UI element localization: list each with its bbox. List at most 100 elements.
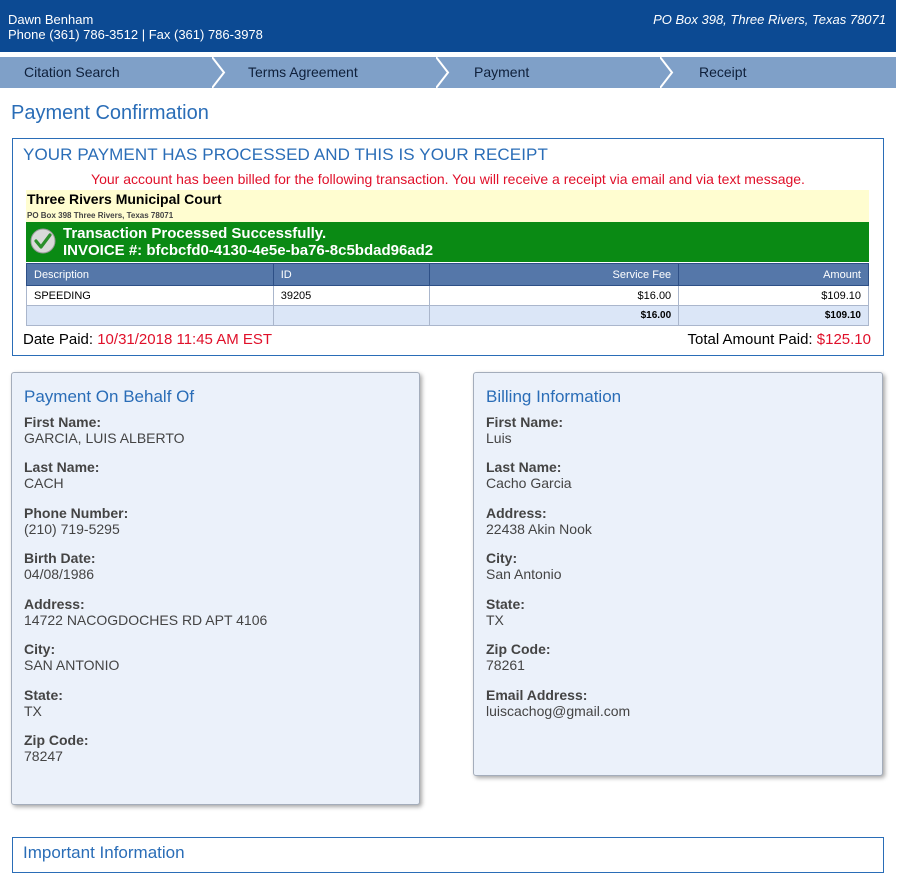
step-receipt[interactable]: Receipt <box>672 57 896 88</box>
field-zip-code: Zip Code: 78261 <box>486 641 551 673</box>
field-label: Address: <box>24 596 85 612</box>
field-label: City: <box>486 550 518 566</box>
col-header-service-fee: Service Fee <box>428 263 680 286</box>
billed-message: Your account has been billed for the fol… <box>91 171 805 187</box>
field-label: State: <box>24 687 63 703</box>
header-contact: Phone (361) 786-3512 | Fax (361) 786-397… <box>8 27 263 42</box>
field-value: 22438 Akin Nook <box>486 521 592 537</box>
court-name: Three Rivers Municipal Court <box>27 191 222 207</box>
field-state: State: TX <box>486 596 525 628</box>
cell-service-fee: $16.00 <box>428 285 680 306</box>
cell-total-amount: $109.10 <box>678 305 869 326</box>
cell-total-service-fee: $16.00 <box>428 305 680 326</box>
table-row: SPEEDING 39205 $16.00 $109.10 <box>26 285 869 306</box>
date-paid-value: 10/31/2018 11:45 AM EST <box>97 331 273 348</box>
step-payment[interactable]: Payment <box>448 57 674 88</box>
field-value: 78247 <box>24 748 63 764</box>
field-zip-code: Zip Code: 78247 <box>24 732 89 764</box>
receipt-box: YOUR PAYMENT HAS PROCESSED AND THIS IS Y… <box>12 138 884 356</box>
field-value: GARCIA, LUIS ALBERTO <box>24 430 185 446</box>
transaction-table: Description ID Service Fee Amount SPEEDI… <box>26 263 869 326</box>
field-value: 04/08/1986 <box>24 566 95 582</box>
field-value: (210) 719-5295 <box>24 521 120 537</box>
field-value: TX <box>24 703 42 719</box>
field-birth-date: Birth Date: 04/08/1986 <box>24 550 96 582</box>
step-label: Payment <box>474 64 530 80</box>
field-phone-number: Phone Number: (210) 719-5295 <box>24 505 128 537</box>
success-banner: Transaction Processed Successfully. INVO… <box>26 222 869 262</box>
billing-panel: Billing Information First Name: Luis Las… <box>473 372 883 776</box>
field-label: First Name: <box>486 414 564 430</box>
step-label: Terms Agreement <box>248 64 358 80</box>
page-title: Payment Confirmation <box>11 102 209 124</box>
total-paid-label: Total Amount Paid: <box>687 331 813 348</box>
on-behalf-panel: Payment On Behalf Of First Name: GARCIA,… <box>11 372 420 805</box>
cell-id: 39205 <box>272 285 430 306</box>
header-bar: Dawn Benham Phone (361) 786-3512 | Fax (… <box>0 0 896 52</box>
table-totals-row: $16.00 $109.10 <box>26 305 869 326</box>
col-header-description: Description <box>26 263 274 286</box>
field-label: City: <box>24 641 56 657</box>
header-name: Dawn Benham <box>8 12 94 27</box>
field-value: SAN ANTONIO <box>24 657 120 673</box>
chevron-right-icon <box>660 57 674 88</box>
chevron-right-icon <box>436 57 450 88</box>
step-label: Citation Search <box>24 64 120 80</box>
field-address: Address: 14722 NACOGDOCHES RD APT 4106 <box>24 596 267 628</box>
field-value: luiscachog@gmail.com <box>486 703 631 719</box>
court-info: Three Rivers Municipal Court PO Box 398 … <box>26 190 869 222</box>
panel-title: Billing Information <box>486 387 622 406</box>
field-value: Cacho Garcia <box>486 475 572 491</box>
field-value: CACH <box>24 475 64 491</box>
date-paid: Date Paid: 10/31/2018 11:45 AM EST <box>23 331 272 348</box>
field-label: Zip Code: <box>486 641 551 657</box>
field-city: City: SAN ANTONIO <box>24 641 119 673</box>
table-header-row: Description ID Service Fee Amount <box>26 263 869 286</box>
field-label: Last Name: <box>486 459 562 475</box>
date-paid-label: Date Paid: <box>23 331 94 348</box>
receipt-heading: YOUR PAYMENT HAS PROCESSED AND THIS IS Y… <box>23 145 548 164</box>
field-label: Address: <box>486 505 547 521</box>
step-label: Receipt <box>699 64 747 80</box>
cell-total-empty <box>272 305 430 326</box>
field-last-name: Last Name: Cacho Garcia <box>486 459 572 491</box>
field-label: Phone Number: <box>24 505 129 521</box>
field-value: TX <box>486 612 504 628</box>
field-address: Address: 22438 Akin Nook <box>486 505 592 537</box>
panel-title: Payment On Behalf Of <box>24 387 195 406</box>
field-state: State: TX <box>24 687 63 719</box>
field-label: Zip Code: <box>24 732 89 748</box>
field-label: Email Address: <box>486 687 588 703</box>
field-value: 14722 NACOGDOCHES RD APT 4106 <box>24 612 268 628</box>
field-value: San Antonio <box>486 566 562 582</box>
field-email-address: Email Address: luiscachog@gmail.com <box>486 687 630 719</box>
total-paid-value: $125.10 <box>816 331 871 348</box>
total-paid: Total Amount Paid: $125.10 <box>688 331 871 348</box>
field-label: Birth Date: <box>24 550 96 566</box>
col-header-id: ID <box>272 263 430 286</box>
field-label: First Name: <box>24 414 102 430</box>
checkmark-icon <box>30 228 56 254</box>
field-first-name: First Name: Luis <box>486 414 563 446</box>
field-first-name: First Name: GARCIA, LUIS ALBERTO <box>24 414 185 446</box>
header-address: PO Box 398, Three Rivers, Texas 78071 <box>653 12 886 27</box>
field-label: State: <box>486 596 525 612</box>
progress-steps: Citation Search Terms Agreement Payment … <box>0 57 896 88</box>
court-address: PO Box 398 Three Rivers, Texas 78071 <box>27 211 174 220</box>
field-last-name: Last Name: CACH <box>24 459 99 491</box>
cell-description: SPEEDING <box>26 285 274 306</box>
field-label: Last Name: <box>24 459 100 475</box>
field-value: 78261 <box>486 657 525 673</box>
step-citation-search[interactable]: Citation Search <box>0 57 226 88</box>
invoice-number: INVOICE #: bfcbcfd0-4130-4e5e-ba76-8c5bd… <box>63 242 434 259</box>
col-header-amount: Amount <box>678 263 869 286</box>
chevron-right-icon <box>212 57 226 88</box>
success-message: Transaction Processed Successfully. <box>63 225 327 242</box>
important-info-box: Important Information <box>12 837 884 873</box>
field-city: City: San Antonio <box>486 550 562 582</box>
cell-amount: $109.10 <box>678 285 869 306</box>
important-info-title: Important Information <box>23 843 185 862</box>
cell-total-empty <box>26 305 274 326</box>
step-terms-agreement[interactable]: Terms Agreement <box>224 57 450 88</box>
field-value: Luis <box>486 430 512 446</box>
